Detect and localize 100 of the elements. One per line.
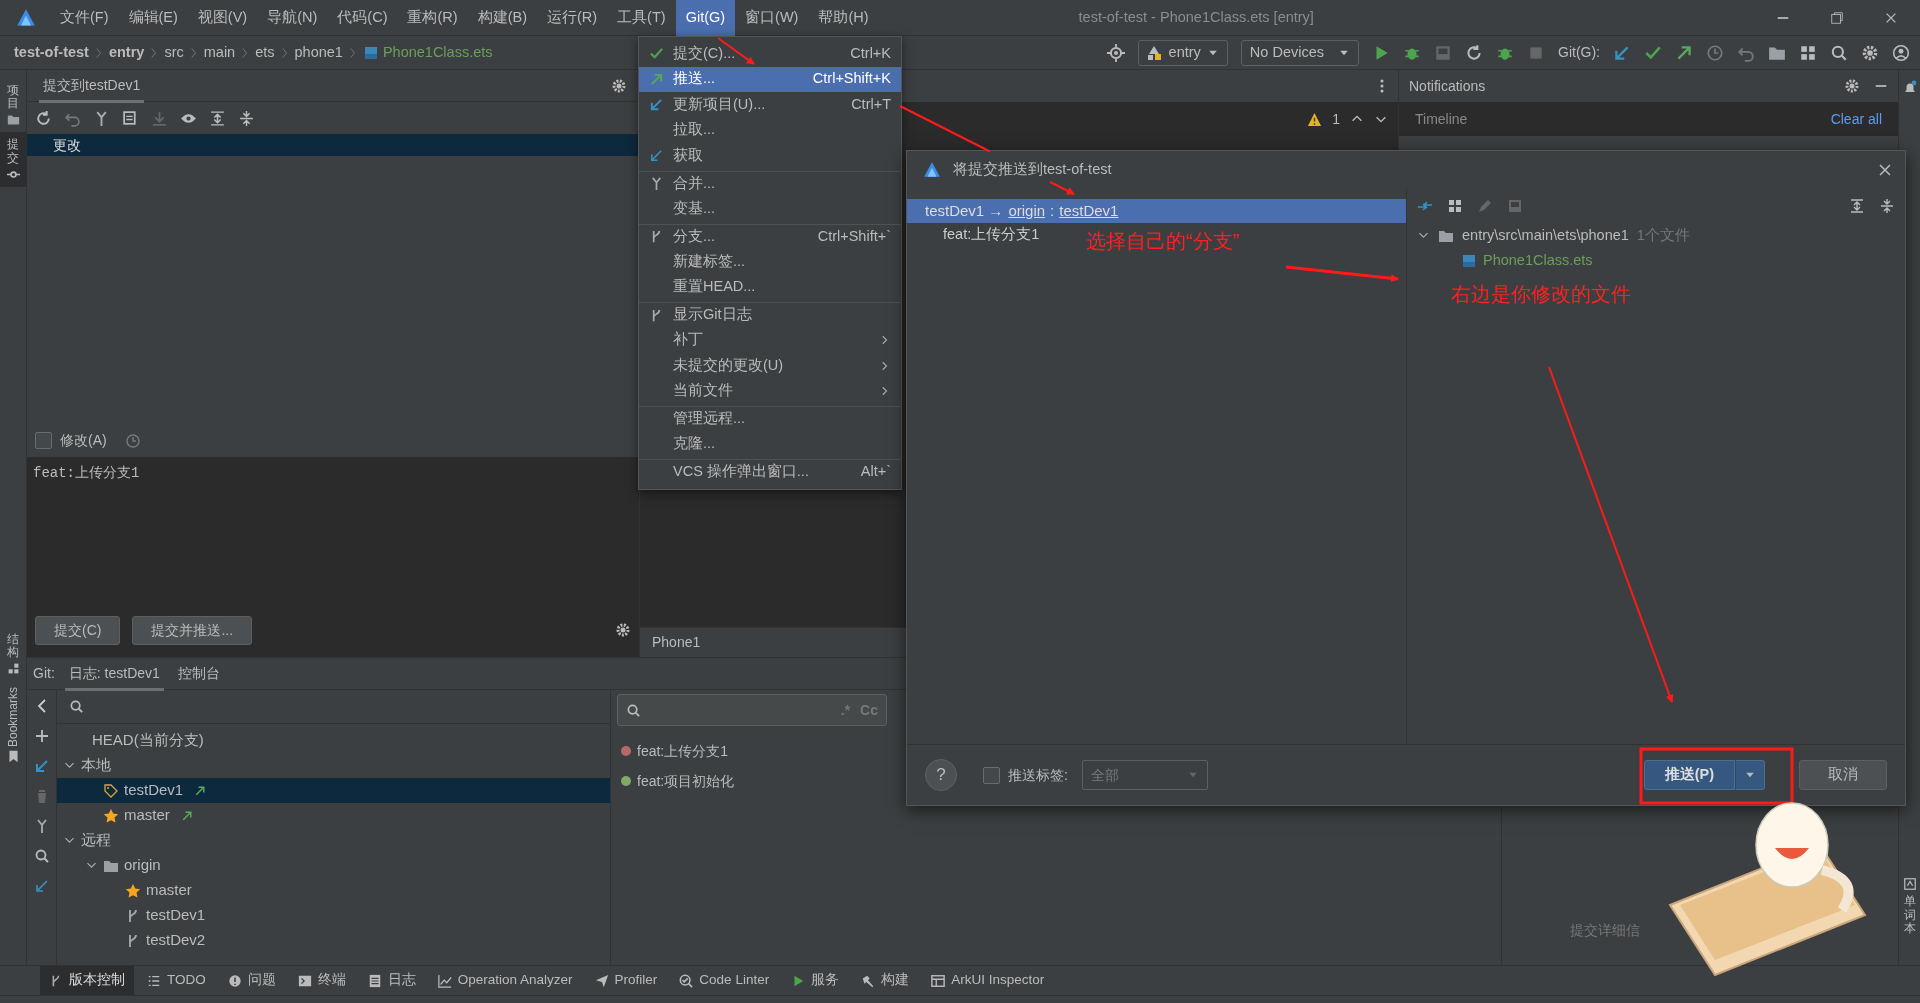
menu-item[interactable]: 帮助(H) (808, 0, 879, 36)
tree-item[interactable]: 本地 (57, 753, 610, 778)
wordbook-icon[interactable] (1902, 877, 1917, 892)
menu-item[interactable]: Git(G) (675, 0, 736, 36)
tree-item[interactable]: testDev2 (57, 928, 610, 953)
menu-item[interactable]: 合并... (639, 170, 901, 196)
tree-item[interactable]: master (57, 878, 610, 903)
menu-item[interactable]: 补丁 (639, 327, 901, 353)
diff-icon[interactable] (122, 109, 139, 127)
settings-icon[interactable] (1844, 78, 1860, 94)
run-config-dropdown[interactable]: entry (1137, 39, 1228, 66)
breadcrumb-item[interactable]: entry (108, 41, 145, 64)
collapse-all-icon[interactable] (238, 109, 255, 127)
menu-item[interactable]: 重构(R) (397, 0, 468, 36)
tool-window-tab[interactable]: ArkUI Inspector (922, 965, 1054, 996)
collapse-all-icon[interactable] (1879, 198, 1895, 214)
cancel-button[interactable]: 取消 (1799, 760, 1887, 790)
tree-item[interactable]: HEAD(当前分支) (57, 728, 610, 753)
menu-item[interactable]: 当前文件 (639, 378, 901, 404)
breadcrumb-item[interactable]: ets (255, 41, 275, 64)
group-by-icon[interactable] (1447, 198, 1463, 214)
settings-icon[interactable] (611, 77, 627, 94)
menu-item[interactable]: 编辑(E) (118, 0, 188, 36)
commit-message[interactable]: feat:上传分支1 (637, 740, 729, 762)
menu-item[interactable]: 变基... (639, 196, 901, 222)
push-target-row[interactable]: testDev1 → origin : testDev1 (907, 199, 1406, 223)
settings-icon[interactable] (1861, 43, 1879, 62)
commit-item[interactable]: feat:上传分支1 (943, 224, 1040, 246)
tool-window-tab[interactable]: TODO (138, 965, 215, 996)
tool-window-tab[interactable]: 问题 (218, 965, 285, 996)
close-icon[interactable] (1877, 162, 1893, 178)
device-dropdown[interactable]: No Devices (1240, 39, 1359, 66)
settings-icon[interactable] (615, 622, 631, 638)
menu-item[interactable]: VCS 操作弹出窗口... Alt+` (639, 459, 901, 485)
push-tags-checkbox[interactable] (983, 766, 1000, 784)
editor-tab[interactable]: Phone1 (652, 632, 701, 653)
menu-item[interactable]: 克隆... (639, 431, 901, 457)
amend-checkbox[interactable] (35, 432, 52, 449)
breadcrumb-item[interactable]: test-of-test (14, 41, 89, 64)
menu-item[interactable]: 提交(C)... Ctrl+K (639, 41, 901, 67)
history-icon[interactable] (124, 432, 141, 449)
menu-item[interactable]: 推送... Ctrl+Shift+K (639, 66, 901, 92)
restore-icon[interactable] (1830, 10, 1844, 25)
file-name[interactable]: Phone1Class.ets (1483, 249, 1593, 272)
tool-window-tab[interactable]: Operation Analyzer (428, 965, 582, 996)
locate-icon[interactable] (1106, 43, 1125, 62)
menu-item[interactable]: 获取 (639, 143, 901, 169)
tool-window-tab[interactable]: 构建 (852, 965, 919, 996)
commit-message-field[interactable]: feat:上传分支1 (27, 457, 639, 597)
tool-window-tab[interactable]: 单词本 (1903, 895, 1916, 935)
panel-tab[interactable]: 日志: testDev1 (64, 656, 164, 691)
tool-window-tab[interactable]: 服务 (782, 965, 849, 996)
menu-item[interactable]: 新建标签... (639, 249, 901, 275)
menu-item[interactable]: 重置HEAD... (639, 274, 901, 300)
tree-item[interactable]: master (57, 803, 610, 828)
push-icon[interactable] (1675, 43, 1693, 62)
tool-window-tab[interactable]: 提交 (0, 132, 27, 187)
menu-item[interactable]: 视图(V) (187, 0, 258, 36)
menu-item[interactable]: 文件(F) (50, 0, 119, 36)
menu-item[interactable]: 工具(T) (607, 0, 676, 36)
tree-item[interactable]: origin (57, 853, 610, 878)
menu-item[interactable]: 管理远程... (639, 406, 901, 432)
menu-item[interactable]: 分支... Ctrl+Shift+` (639, 223, 901, 249)
push-button[interactable]: 推送(P) (1643, 760, 1735, 790)
menu-item[interactable]: 拉取... (639, 117, 901, 143)
history-icon[interactable] (1706, 43, 1724, 62)
help-button[interactable]: ? (925, 759, 957, 791)
menu-item[interactable]: 窗口(W) (735, 0, 809, 36)
menu-item[interactable]: 构建(B) (467, 0, 537, 36)
expand-all-icon[interactable] (1849, 198, 1865, 214)
tool-window-tab[interactable]: 版本控制 (40, 965, 134, 996)
commit-message[interactable]: feat:项目初始化 (637, 770, 735, 792)
tool-window-tab[interactable]: Code Linter (670, 965, 779, 996)
tree-item[interactable]: 远程 (57, 828, 610, 853)
changes-group-header[interactable]: 更改 (27, 134, 639, 156)
commit-button[interactable]: 提交(C) (35, 615, 121, 645)
tree-item[interactable]: testDev1 (57, 903, 610, 928)
account-icon[interactable] (1892, 43, 1910, 62)
tool-window-tab[interactable]: 项目 (0, 78, 27, 133)
search-icon[interactable] (33, 848, 50, 864)
clear-all-link[interactable]: Clear all (1830, 108, 1882, 130)
breadcrumb-item[interactable]: main (203, 41, 236, 64)
refresh-icon[interactable] (35, 109, 52, 127)
tool-window-tab[interactable]: Profiler (585, 965, 667, 996)
menu-item[interactable]: 更新项目(U)... Ctrl+T (639, 92, 901, 118)
breadcrumb-item[interactable]: src (164, 41, 184, 64)
menu-item[interactable]: 导航(N) (257, 0, 328, 36)
tool-window-tab[interactable]: 日志 (358, 965, 425, 996)
menu-item[interactable]: 运行(R) (536, 0, 608, 36)
add-icon[interactable] (33, 728, 50, 744)
menu-item[interactable]: 显示Git日志 (639, 302, 901, 328)
tool-window-tab[interactable]: 终端 (288, 965, 355, 996)
update-icon[interactable] (33, 758, 50, 774)
menu-item[interactable]: 未提交的更改(U) (639, 353, 901, 379)
expand-all-icon[interactable] (209, 109, 226, 127)
tool-window-tab[interactable]: 结构 (0, 626, 27, 682)
fetch-icon[interactable] (33, 878, 50, 894)
panel-tab[interactable]: 提交到testDev1 (39, 68, 145, 103)
search-icon[interactable] (1830, 43, 1848, 62)
commit-button[interactable]: 提交并推送... (132, 615, 253, 645)
